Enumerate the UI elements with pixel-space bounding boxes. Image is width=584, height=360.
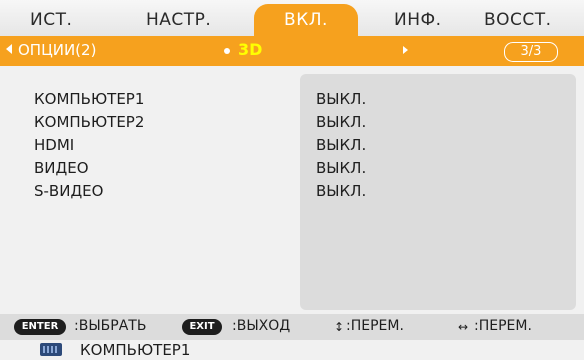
current-submenu-label[interactable]: 3D [238, 40, 262, 59]
tab-setup[interactable]: НАСТР. [146, 4, 211, 36]
setting-value[interactable]: ВЫКЛ. [316, 88, 366, 111]
setting-row-computer1[interactable]: КОМПЬЮТЕР1 [34, 88, 554, 111]
projector-osd-menu: ИСТ. НАСТР. ВКЛ. ИНФ. ВОССТ. ОПЦИИ(2) 3D… [0, 0, 584, 360]
enter-key-badge: ENTER [14, 319, 66, 335]
exit-action-label: :ВЫХОД [232, 318, 291, 334]
tab-reset[interactable]: ВОССТ. [484, 4, 552, 36]
setting-name: HDMI [34, 136, 75, 154]
setting-name: S-ВИДЕО [34, 182, 104, 200]
setting-value[interactable]: ВЫКЛ. [316, 134, 366, 157]
up-down-arrows-icon: ↕ [334, 320, 345, 334]
selection-dot-icon [224, 48, 230, 54]
left-right-arrows-icon: ↔ [458, 320, 469, 334]
setting-row-video[interactable]: ВИДЕО [34, 157, 554, 180]
exit-key-badge: EXIT [182, 319, 222, 335]
setting-row-s-video[interactable]: S-ВИДЕО [34, 180, 554, 203]
sub-menu-bar: ОПЦИИ(2) 3D 3/3 [0, 36, 584, 66]
page-indicator: 3/3 [504, 42, 558, 62]
setting-name: КОМПЬЮТЕР1 [34, 90, 145, 108]
tab-source[interactable]: ИСТ. [30, 4, 72, 36]
tab-settings[interactable]: ВКЛ. [254, 4, 358, 36]
key-legend-bar: ENTER :ВЫБРАТЬ EXIT :ВЫХОД ↕ :ПЕРЕМ. ↔ :… [0, 314, 584, 340]
setting-name: КОМПЬЮТЕР2 [34, 113, 145, 131]
updown-action-label: :ПЕРЕМ. [346, 318, 404, 334]
monitor-icon [40, 343, 62, 356]
setting-name: ВИДЕО [34, 159, 89, 177]
current-source-label: КОМПЬЮТЕР1 [80, 341, 191, 359]
setting-value[interactable]: ВЫКЛ. [316, 111, 366, 134]
status-bar: КОМПЬЮТЕР1 [0, 340, 584, 360]
arrow-left-icon[interactable] [6, 44, 12, 54]
setting-value[interactable]: ВЫКЛ. [316, 180, 366, 203]
setting-values: ВЫКЛ. ВЫКЛ. ВЫКЛ. ВЫКЛ. ВЫКЛ. [316, 88, 366, 203]
setting-value[interactable]: ВЫКЛ. [316, 157, 366, 180]
setting-names: КОМПЬЮТЕР1 КОМПЬЮТЕР2 HDMI ВИДЕО S-ВИДЕО [34, 88, 554, 203]
arrow-right-icon[interactable] [403, 46, 408, 54]
leftright-action-label: :ПЕРЕМ. [474, 318, 532, 334]
tab-info[interactable]: ИНФ. [394, 4, 442, 36]
setting-row-computer2[interactable]: КОМПЬЮТЕР2 [34, 111, 554, 134]
options-submenu-label[interactable]: ОПЦИИ(2) [18, 41, 96, 59]
enter-action-label: :ВЫБРАТЬ [74, 318, 147, 334]
setting-row-hdmi[interactable]: HDMI [34, 134, 554, 157]
settings-list-area: КОМПЬЮТЕР1 КОМПЬЮТЕР2 HDMI ВИДЕО S-ВИДЕО… [0, 66, 584, 314]
tab-bar: ИСТ. НАСТР. ВКЛ. ИНФ. ВОССТ. [0, 0, 584, 36]
